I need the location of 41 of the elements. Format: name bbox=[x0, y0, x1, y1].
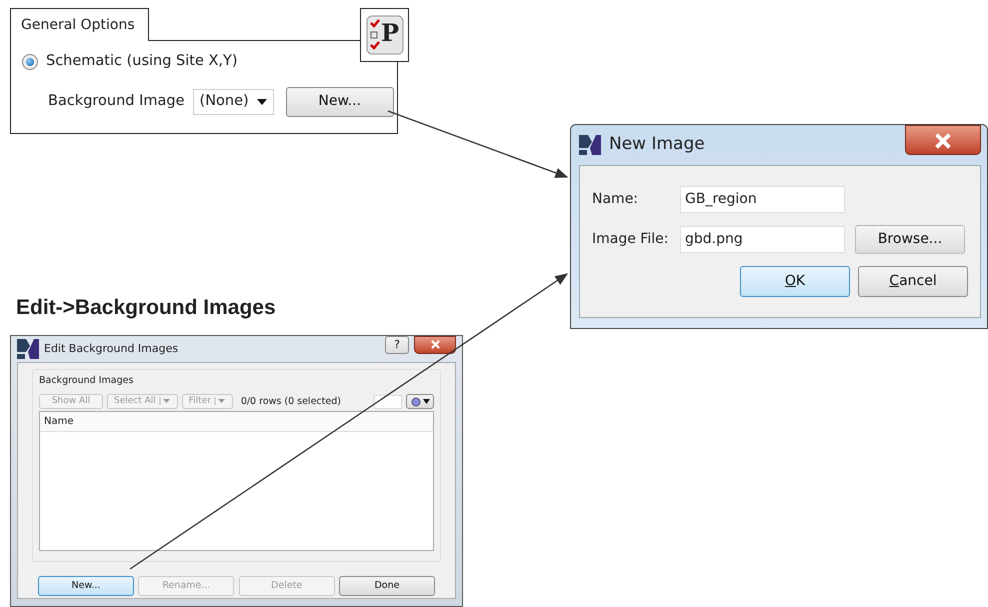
radio-label: Schematic (using Site X,Y) bbox=[46, 52, 238, 71]
dialog-button: Delete bbox=[238, 576, 335, 596]
caret-icon bbox=[214, 396, 226, 405]
search-field[interactable] bbox=[374, 394, 402, 409]
row-count: 0/0 rows (0 selected) bbox=[240, 394, 341, 409]
caret-icon bbox=[256, 98, 267, 105]
toolbar-button: Filter bbox=[182, 394, 233, 410]
dialog-button[interactable]: OK bbox=[740, 266, 850, 297]
toolbar-button: Select All bbox=[107, 394, 178, 410]
radio-button[interactable] bbox=[22, 54, 38, 70]
dialog-button[interactable]: Done bbox=[338, 576, 435, 596]
field-label: Image File: bbox=[592, 230, 670, 249]
text-field[interactable]: GB_region bbox=[680, 186, 845, 213]
help-button[interactable]: ? bbox=[385, 336, 409, 354]
dialog-button: Rename... bbox=[138, 576, 234, 596]
dialog-title: Edit Background Images bbox=[44, 340, 180, 357]
caret-icon bbox=[158, 396, 171, 405]
close-icon bbox=[935, 133, 951, 150]
new-button[interactable]: New... bbox=[286, 86, 394, 117]
toolbar-button: Show All bbox=[39, 394, 103, 410]
close-button[interactable] bbox=[905, 125, 981, 155]
caret-icon bbox=[422, 399, 430, 404]
section-heading: Edit->Background Images bbox=[16, 295, 276, 321]
text-field[interactable]: gbd.png bbox=[680, 226, 845, 253]
settings-dropdown[interactable] bbox=[406, 394, 434, 410]
close-button[interactable] bbox=[414, 336, 456, 354]
tab-label[interactable]: General Options bbox=[10, 8, 149, 41]
group-label: Background Images bbox=[39, 374, 134, 388]
app-logo-icon bbox=[579, 135, 601, 155]
dialog-button[interactable]: Cancel bbox=[858, 266, 968, 297]
column-header: Name bbox=[40, 412, 433, 432]
background-image-dropdown[interactable]: (None) bbox=[192, 88, 274, 115]
field-label: Background Image bbox=[48, 92, 185, 111]
field-label: Name: bbox=[592, 190, 640, 209]
checklist-icon: P bbox=[360, 8, 409, 62]
circle-icon bbox=[410, 396, 420, 407]
close-icon bbox=[430, 340, 440, 350]
dialog-title: New Image bbox=[609, 133, 706, 156]
app-logo-icon bbox=[17, 339, 39, 359]
dialog-button[interactable]: New... bbox=[38, 576, 134, 596]
browse-button[interactable]: Browse... bbox=[855, 225, 965, 254]
